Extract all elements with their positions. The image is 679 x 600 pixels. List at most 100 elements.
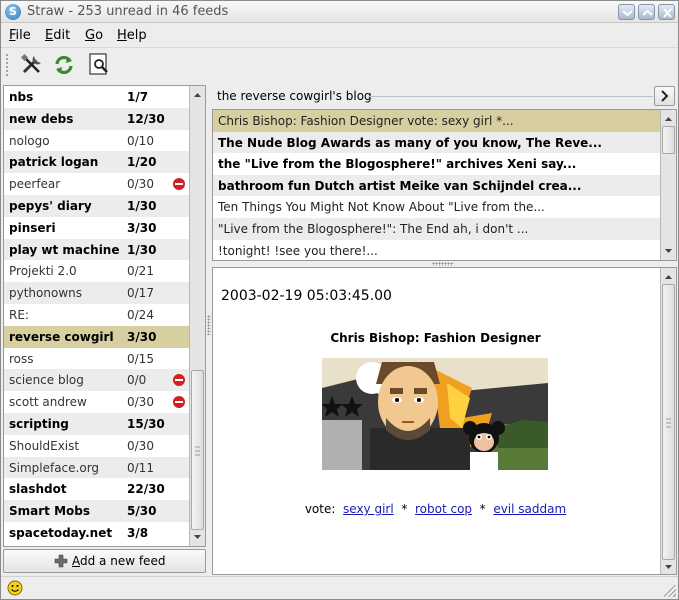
vote-link-sexy-girl[interactable]: sexy girl xyxy=(343,502,394,516)
menu-help[interactable]: Help xyxy=(117,28,147,43)
main-window: S Straw - 253 unread in 46 feeds File Ed… xyxy=(0,0,679,600)
feed-row[interactable]: nologo 0/10 xyxy=(4,130,190,152)
chevron-up-icon xyxy=(665,275,672,279)
feed-row[interactable]: play wt machine 1/30 xyxy=(4,238,190,261)
feed-unread-count: 0/11 xyxy=(127,460,154,475)
feed-name: reverse cowgirl xyxy=(9,329,114,344)
minimize-button[interactable] xyxy=(618,4,635,20)
feed-unread-count: 12/30 xyxy=(127,111,165,126)
item-title: Chris Bishop: Fashion Designer vote: sex… xyxy=(218,114,514,128)
feed-row[interactable]: new debs 12/30 xyxy=(4,107,190,130)
item-title: Ten Things You Might Not Know About "Liv… xyxy=(218,200,545,215)
find-icon xyxy=(89,53,108,75)
item-row[interactable]: "Live from the Blogosphere!": The End ah… xyxy=(213,218,660,240)
feed-row[interactable]: scott andrew 0/30 xyxy=(4,391,190,413)
item-row[interactable]: Ten Things You Might Not Know About "Liv… xyxy=(213,196,660,218)
add-feed-mnemonic: A xyxy=(72,554,80,568)
preferences-tools-icon xyxy=(20,53,41,74)
feed-row[interactable]: nbs 1/7 xyxy=(4,86,190,108)
feed-row[interactable]: RE: 0/24 xyxy=(4,304,190,326)
close-icon xyxy=(663,8,672,18)
feed-unread-count: 0/17 xyxy=(127,286,154,301)
item-content-panel: 2003-02-19 05:03:45.00 Chris Bishop: Fas… xyxy=(212,267,677,575)
feed-row[interactable]: slashdot 22/30 xyxy=(4,478,190,500)
toolbar-grip[interactable] xyxy=(5,53,10,77)
menu-go-mnemonic: G xyxy=(85,28,96,43)
find-button[interactable] xyxy=(87,52,113,78)
plus-icon xyxy=(54,554,68,568)
feed-unread-count: 0/10 xyxy=(127,133,154,148)
feed-list-scrollbar[interactable] xyxy=(189,86,205,546)
add-feed-button[interactable]: Add a new feed xyxy=(3,549,206,573)
item-row[interactable]: the "Live from the Blogosphere!" archive… xyxy=(213,153,660,175)
content-scrollbar[interactable] xyxy=(660,268,676,574)
maximize-button[interactable] xyxy=(638,4,655,20)
refresh-button[interactable] xyxy=(51,52,77,78)
feed-row[interactable]: Projekti 2.0 0/21 xyxy=(4,260,190,282)
feed-row[interactable]: scripting 15/30 xyxy=(4,413,190,435)
items-scroll-thumb[interactable] xyxy=(662,126,675,154)
feed-row[interactable]: ross 0/15 xyxy=(4,348,190,370)
feed-unread-count: 5/30 xyxy=(127,504,157,519)
feed-error-icon xyxy=(173,374,185,387)
vote-link-robot-cop[interactable]: robot cop xyxy=(415,502,472,516)
feed-list[interactable]: nbs 1/7 new debs 12/30 nologo 0/10 patrick log… xyxy=(4,86,190,546)
close-button[interactable] xyxy=(658,4,675,20)
next-feed-button[interactable] xyxy=(654,86,675,106)
scroll-down-arrow[interactable] xyxy=(191,530,204,544)
resize-grip[interactable] xyxy=(664,585,676,597)
scroll-up-arrow[interactable] xyxy=(191,88,204,102)
feed-name: Smart Mobs xyxy=(9,504,90,519)
item-title: !tonight! !see you there!... xyxy=(218,243,378,258)
vote-separator: * xyxy=(401,502,408,516)
feed-unread-count: 3/8 xyxy=(127,526,149,540)
items-scrollbar[interactable] xyxy=(660,110,676,260)
chevron-down-icon xyxy=(665,565,672,569)
vote-link-evil-saddam[interactable]: evil saddam xyxy=(493,502,566,516)
feed-name: pepys' diary xyxy=(9,199,92,213)
feed-row[interactable]: patrick logan 1/20 xyxy=(4,151,190,174)
item-row[interactable]: The Nude Blog Awards as many of you know… xyxy=(213,131,660,154)
preferences-button[interactable] xyxy=(19,52,45,78)
item-row[interactable]: Chris Bishop: Fashion Designer vote: sex… xyxy=(213,110,660,132)
item-row[interactable]: bathroom fun Dutch artist Meike van Schi… xyxy=(213,174,660,197)
feed-scroll-thumb[interactable] xyxy=(191,370,204,530)
menu-edit[interactable]: Edit xyxy=(45,28,70,43)
menu-go[interactable]: Go xyxy=(85,28,103,43)
feed-title: the reverse cowgirl's blog xyxy=(217,89,372,103)
feed-row[interactable]: Smart Mobs 5/30 xyxy=(4,500,190,522)
feed-row[interactable]: pinseri 3/30 xyxy=(4,217,190,239)
content-scroll-thumb[interactable] xyxy=(662,284,675,560)
feed-row[interactable]: reverse cowgirl 3/30 xyxy=(4,325,190,348)
chevron-up-icon xyxy=(665,117,672,121)
feed-name: pinseri xyxy=(9,220,56,235)
item-title: bathroom fun Dutch artist Meike van Schi… xyxy=(218,178,582,193)
items-scroll-up-arrow[interactable] xyxy=(662,112,675,126)
feed-error-icon xyxy=(173,396,185,409)
feed-row[interactable]: ShouldExist 0/30 xyxy=(4,435,190,457)
app-icon[interactable]: S xyxy=(5,4,21,20)
feed-row[interactable]: science blog 0/0 xyxy=(4,369,190,392)
item-title: the "Live from the Blogosphere!" archive… xyxy=(218,157,577,172)
items-scroll-down-arrow[interactable] xyxy=(662,244,675,258)
content-scroll-up-arrow[interactable] xyxy=(662,270,675,284)
maximize-icon xyxy=(642,9,653,16)
content-scroll-down-arrow[interactable] xyxy=(662,560,675,574)
chevron-up-icon xyxy=(194,93,201,97)
feed-unread-count: 0/24 xyxy=(127,308,154,322)
feed-unread-count: 1/30 xyxy=(127,242,157,257)
menu-file-label: ile xyxy=(15,28,31,43)
vote-line: vote: sexy girl * robot cop * evil sadda… xyxy=(213,502,658,516)
feed-row[interactable]: peerfear 0/30 xyxy=(4,173,190,195)
feed-row[interactable]: pepys' diary 1/30 xyxy=(4,195,190,217)
feed-name: science blog xyxy=(9,373,84,388)
feed-row[interactable]: Simpleface.org 0/11 xyxy=(4,456,190,479)
item-row[interactable]: !tonight! !see you there!... xyxy=(213,240,660,260)
feed-row[interactable]: spacetoday.net 3/8 xyxy=(4,522,190,544)
menu-file[interactable]: File xyxy=(9,28,31,43)
feed-name: new debs xyxy=(9,111,74,126)
feed-row[interactable]: pythonowns 0/17 xyxy=(4,282,190,304)
fashion-designer-illustration xyxy=(322,358,548,470)
minimize-icon xyxy=(622,10,633,17)
feed-unread-count: 0/0 xyxy=(127,373,147,388)
